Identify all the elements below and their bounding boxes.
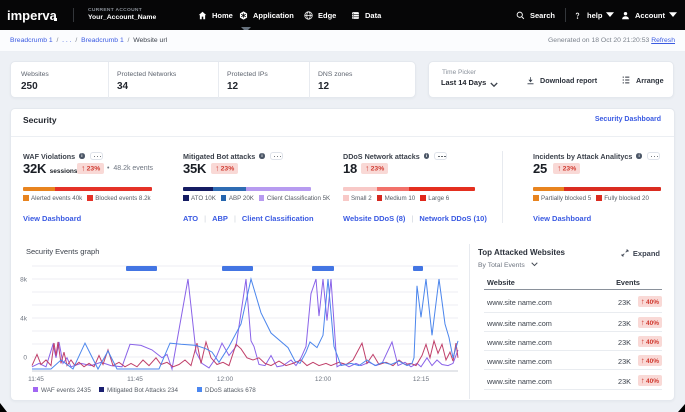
svg-text:4k: 4k — [20, 316, 28, 323]
svg-text:11:45: 11:45 — [127, 376, 143, 383]
svg-text:11:45: 11:45 — [28, 376, 44, 383]
svg-text:DDoS attacks 678: DDoS attacks 678 — [205, 387, 256, 394]
svg-text:8k: 8k — [20, 277, 28, 284]
svg-text:0: 0 — [23, 355, 27, 362]
svg-text:12:00: 12:00 — [315, 376, 332, 383]
svg-text:12:15: 12:15 — [413, 376, 430, 383]
svg-text:WAF events 2435: WAF events 2435 — [41, 387, 91, 394]
svg-text:Mitigated Bot Attacks 234: Mitigated Bot Attacks 234 — [107, 387, 179, 394]
svg-text:12:00: 12:00 — [217, 376, 234, 383]
